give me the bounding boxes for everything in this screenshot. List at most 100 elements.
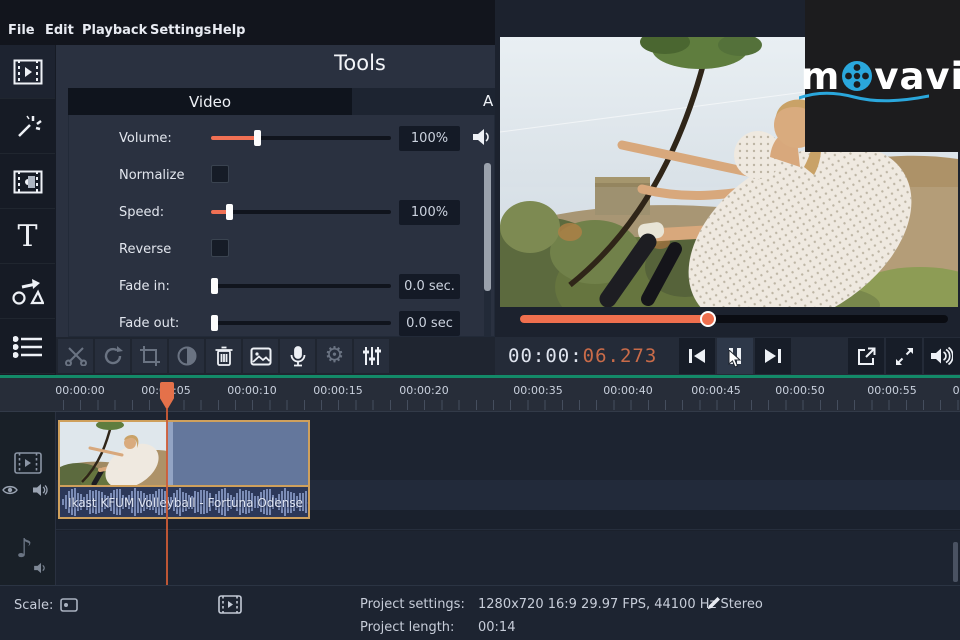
speed-value[interactable]: 100%: [399, 200, 460, 225]
timecode-seconds: 06.273: [583, 345, 658, 367]
sidebar-item-filters[interactable]: [0, 100, 55, 154]
sidebar-item-callouts[interactable]: [0, 265, 55, 319]
menu-file[interactable]: File: [8, 23, 35, 38]
tools-panel: Tools Video A Volume: 100% Normalize: [56, 45, 495, 337]
track-header-column: ♪: [0, 412, 56, 585]
microphone-icon: [290, 346, 306, 367]
fade-out-value[interactable]: 0.0 sec: [399, 311, 460, 336]
crop-button[interactable]: [132, 339, 167, 373]
preview-seek-handle[interactable]: [700, 311, 716, 327]
preview-seek-bar[interactable]: [520, 315, 948, 323]
speed-slider-handle[interactable]: [226, 204, 233, 220]
unpin-preview-button[interactable]: [848, 338, 884, 374]
sidebar-item-transitions[interactable]: [0, 155, 55, 209]
rotate-button[interactable]: [95, 339, 130, 373]
fullscreen-button[interactable]: [886, 338, 922, 374]
menu-settings[interactable]: Settings: [150, 23, 211, 38]
playhead-line: [166, 408, 168, 585]
fade-in-slider-handle[interactable]: [211, 278, 218, 294]
fade-in-value[interactable]: 0.0 sec.: [399, 274, 460, 299]
audio-levels-button[interactable]: [354, 339, 389, 373]
color-adjustments-button[interactable]: [169, 339, 204, 373]
cut-button[interactable]: [58, 339, 93, 373]
volume-slider[interactable]: [211, 136, 391, 140]
clip-title: Ikast KFUM Volleyball - Fortuna Odense (…: [68, 496, 308, 510]
contrast-icon: [177, 346, 197, 366]
clip-properties-button[interactable]: ⚙: [317, 339, 352, 373]
rotate-icon: [103, 346, 123, 366]
audio-track-mute-speaker-icon[interactable]: [34, 562, 48, 574]
filmstrip-transition-icon: [13, 170, 43, 194]
previous-frame-icon: [688, 348, 706, 364]
pop-out-icon: [857, 347, 876, 366]
video-track-icon: [14, 452, 42, 474]
preview-seek-fill: [520, 315, 708, 323]
delete-button[interactable]: [206, 339, 241, 373]
volume-speaker-icon: [473, 127, 491, 147]
preview-volume-button[interactable]: [924, 338, 960, 374]
tab-video[interactable]: Video: [68, 88, 352, 115]
reverse-checkbox[interactable]: [211, 239, 229, 257]
tools-scrollbar-thumb[interactable]: [484, 163, 491, 291]
ruler-label: 00:00:55: [867, 384, 916, 397]
ruler-label: 00:00:20: [399, 384, 448, 397]
speed-slider[interactable]: [211, 210, 391, 214]
next-frame-button[interactable]: [755, 338, 791, 374]
ruler-label: 00:0: [953, 384, 960, 397]
timeline-clip[interactable]: Ikast KFUM Volleyball - Fortuna Odense (…: [58, 420, 310, 519]
film-reel-icon: [841, 60, 873, 92]
timeline-scrollbar[interactable]: [953, 542, 958, 582]
video-track-visibility-eye-icon[interactable]: [2, 484, 18, 496]
fade-out-slider-handle[interactable]: [211, 315, 218, 331]
next-frame-icon: [764, 348, 782, 364]
menu-help[interactable]: Help: [212, 23, 245, 38]
timeline-ruler[interactable]: 00:00:00 00:00:05 00:00:10 00:00:15 00:0…: [0, 378, 960, 412]
tools-tab-bar: Video A: [68, 88, 495, 115]
edit-project-settings-pencil-icon[interactable]: [706, 595, 722, 611]
fullscreen-icon: [895, 347, 914, 366]
fade-out-slider[interactable]: [211, 321, 391, 325]
ruler-label: 00:00:10: [227, 384, 276, 397]
zoom-in-filmstrip-icon[interactable]: [218, 595, 242, 614]
menu-playback[interactable]: Playback: [82, 23, 147, 38]
audio-track-note-icon: ♪: [16, 536, 33, 562]
project-length-value: 00:14: [478, 620, 515, 635]
normalize-checkbox[interactable]: [211, 165, 229, 183]
fade-in-slider[interactable]: [211, 284, 391, 288]
current-timecode: 00:00:06.273: [508, 345, 657, 367]
volume-label: Volume:: [119, 131, 172, 146]
timeline-toolbar: ⚙: [56, 337, 495, 375]
sidebar-item-media[interactable]: [0, 45, 55, 99]
ruler-label: 00:00:40: [603, 384, 652, 397]
pause-button[interactable]: [717, 338, 753, 374]
previous-frame-button[interactable]: [679, 338, 715, 374]
fade-in-label: Fade in:: [119, 279, 170, 294]
ruler-label: 00:00:00: [55, 384, 104, 397]
speed-label: Speed:: [119, 205, 164, 220]
playback-controls: 00:00:06.273: [495, 337, 960, 375]
sidebar-item-more-tools[interactable]: [0, 320, 55, 374]
magic-wand-icon: [14, 113, 42, 141]
timeline-tracks: ♪: [0, 412, 960, 585]
image-properties-button[interactable]: [243, 339, 278, 373]
volume-slider-handle[interactable]: [254, 130, 261, 146]
left-sidebar: T: [0, 45, 56, 375]
tools-body: Volume: 100% Normalize Speed: 100%: [68, 115, 495, 337]
sidebar-item-titles[interactable]: T: [0, 210, 55, 264]
gear-icon: ⚙: [325, 345, 345, 367]
menu-edit[interactable]: Edit: [45, 23, 74, 38]
video-track-mute-speaker-icon[interactable]: [33, 483, 49, 497]
record-voice-button[interactable]: [280, 339, 315, 373]
volume-slider-fill: [211, 136, 257, 140]
ruler-label: 00:00:15: [313, 384, 362, 397]
volume-value[interactable]: 100%: [399, 126, 460, 151]
zoom-out-thumbnail-icon[interactable]: [60, 598, 78, 612]
logo-wave: [799, 91, 929, 103]
tab-audio-partial[interactable]: A: [483, 92, 493, 110]
scissors-icon: [65, 346, 87, 366]
image-icon: [250, 347, 272, 366]
tools-scrollbar[interactable]: [484, 163, 491, 337]
movavi-logo: m vavi: [801, 55, 960, 98]
audio-track[interactable]: [56, 531, 960, 585]
ruler-label: 00:00:35: [513, 384, 562, 397]
